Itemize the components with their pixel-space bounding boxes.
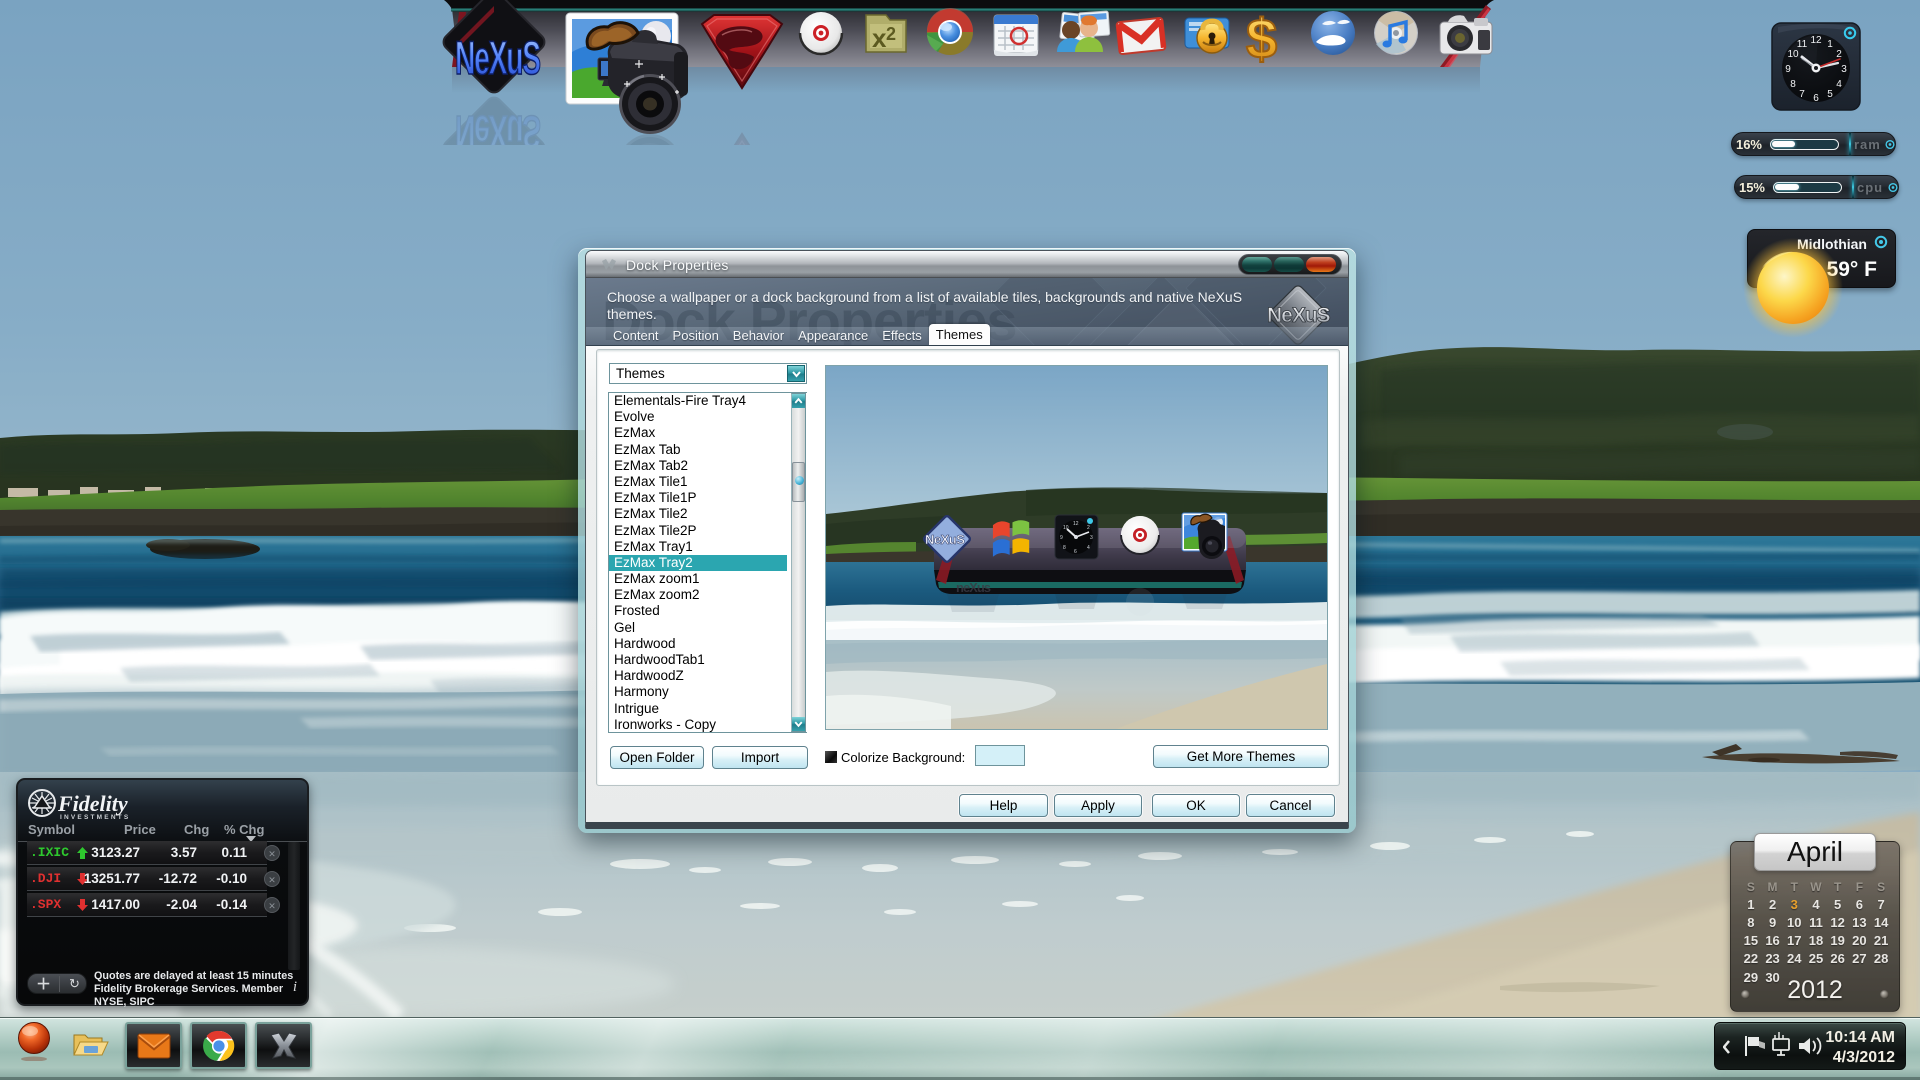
svg-text:3: 3: [1090, 535, 1093, 541]
svg-text:5: 5: [1827, 89, 1833, 100]
svg-text:12: 12: [1810, 35, 1822, 46]
svg-text:7: 7: [1799, 89, 1805, 100]
svg-text:6: 6: [1813, 93, 1819, 104]
svg-text:1: 1: [1827, 39, 1833, 50]
svg-text:2: 2: [1836, 49, 1842, 60]
svg-text:2: 2: [1087, 525, 1090, 531]
svg-text:9: 9: [1785, 64, 1791, 75]
svg-text:x: x: [872, 23, 887, 53]
svg-text:NeXuS: NeXuS: [455, 33, 540, 85]
svg-text:4: 4: [1087, 545, 1090, 551]
svg-text:3: 3: [1841, 64, 1847, 75]
svg-text:Fidelity: Fidelity: [57, 791, 128, 816]
svg-text:10: 10: [1787, 49, 1799, 60]
svg-text:neXus: neXus: [956, 580, 991, 595]
svg-text:8: 8: [1063, 545, 1066, 551]
svg-text:6: 6: [1074, 549, 1077, 555]
svg-text:2: 2: [886, 24, 896, 44]
svg-text:9: 9: [1060, 535, 1063, 541]
svg-text:8: 8: [1790, 79, 1796, 90]
svg-text:12: 12: [1073, 521, 1079, 527]
svg-text:$: $: [1246, 7, 1277, 70]
svg-text:NeXuS: NeXuS: [925, 532, 965, 547]
svg-text:NeXuS: NeXuS: [1267, 304, 1331, 327]
svg-text:4: 4: [1836, 79, 1842, 90]
